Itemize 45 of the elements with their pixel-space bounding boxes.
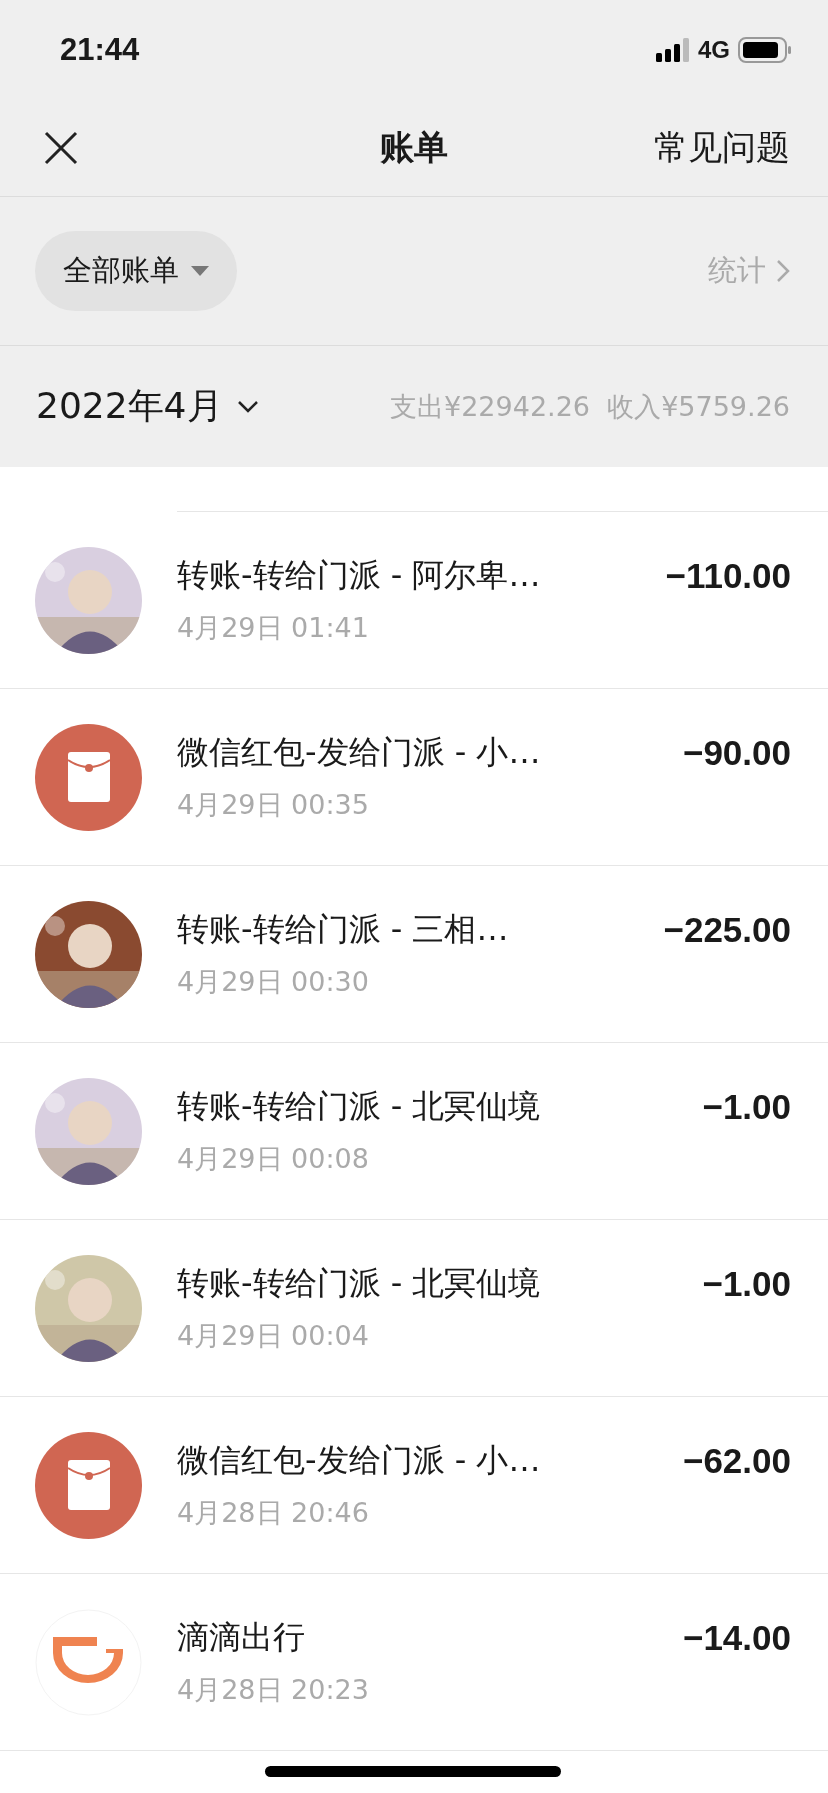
faq-link[interactable]: 常见问题 [654, 125, 790, 171]
transaction-date: 4月28日 20:23 [177, 1673, 369, 1707]
envelope-icon [35, 1431, 142, 1539]
transaction-title: 转账-转给门派 - 阿尔卑… [177, 555, 541, 596]
transaction-title: 微信红包-发给门派 - 小… [177, 1440, 541, 1481]
transaction-date: 4月29日 00:08 [177, 1142, 369, 1176]
envelope-icon [35, 723, 142, 831]
transaction-amount: −62.00 [682, 1441, 791, 1481]
bill-filter-dropdown[interactable]: 全部账单 [35, 231, 237, 311]
transaction-date: 4月29日 00:30 [177, 965, 369, 999]
transaction-amount: −14.00 [682, 1618, 791, 1658]
month-picker[interactable]: 2022年4月 [36, 382, 259, 431]
transaction-row[interactable]: 滴滴出行 −14.00 4月28日 20:23 [0, 1574, 828, 1751]
transaction-title: 滴滴出行 [177, 1617, 305, 1658]
status-time: 21:44 [60, 32, 140, 68]
transaction-amount: −1.00 [702, 1264, 791, 1304]
transaction-amount: −225.00 [663, 910, 791, 950]
transaction-amount: −110.00 [665, 556, 791, 596]
transaction-row[interactable]: 微信红包-发给门派 - 小… −62.00 4月28日 20:46 [0, 1397, 828, 1574]
transaction-date: 4月29日 00:35 [177, 788, 369, 822]
close-button[interactable] [44, 131, 78, 165]
transaction-title: 微信红包-发给门派 - 小… [177, 732, 541, 773]
month-summary: 支出¥22942.26 收入¥5759.26 [390, 389, 790, 424]
transaction-date: 4月29日 01:41 [177, 611, 369, 645]
transaction-row[interactable]: 转账-转给门派 - 北冥仙境 −1.00 4月29日 00:04 [0, 1220, 828, 1397]
chevron-down-icon [236, 399, 259, 414]
chevron-icon [776, 259, 790, 283]
logo-icon [35, 1608, 142, 1716]
transaction-title: 转账-转给门派 - 北冥仙境 [177, 1086, 541, 1127]
page-title: 账单 [380, 126, 448, 169]
caret-icon [191, 266, 209, 276]
transaction-amount: −90.00 [682, 733, 791, 773]
transaction-row[interactable]: 转账-转给门派 - 阿尔卑… −110.00 4月29日 01:41 [0, 512, 828, 689]
network-label: 4G [698, 36, 730, 64]
transaction-row[interactable]: 微信红包-发给门派 - 小… −90.00 4月29日 00:35 [0, 689, 828, 866]
close-icon [44, 131, 78, 165]
transaction-row[interactable]: 转账-转给门派 - 北冥仙境 −1.00 4月29日 00:08 [0, 1043, 828, 1220]
transaction-title: 转账-转给门派 - 北冥仙境 [177, 1263, 541, 1304]
transaction-row[interactable]: 转账-转给门派 - 三相… −225.00 4月29日 00:30 [0, 866, 828, 1043]
transaction-date: 4月28日 20:46 [177, 1496, 369, 1530]
transaction-title: 转账-转给门派 - 三相… [177, 909, 509, 950]
transaction-amount: −1.00 [702, 1087, 791, 1127]
battery-icon [738, 37, 792, 63]
transaction-date: 4月29日 00:04 [177, 1319, 369, 1353]
signal-icon [656, 38, 690, 62]
